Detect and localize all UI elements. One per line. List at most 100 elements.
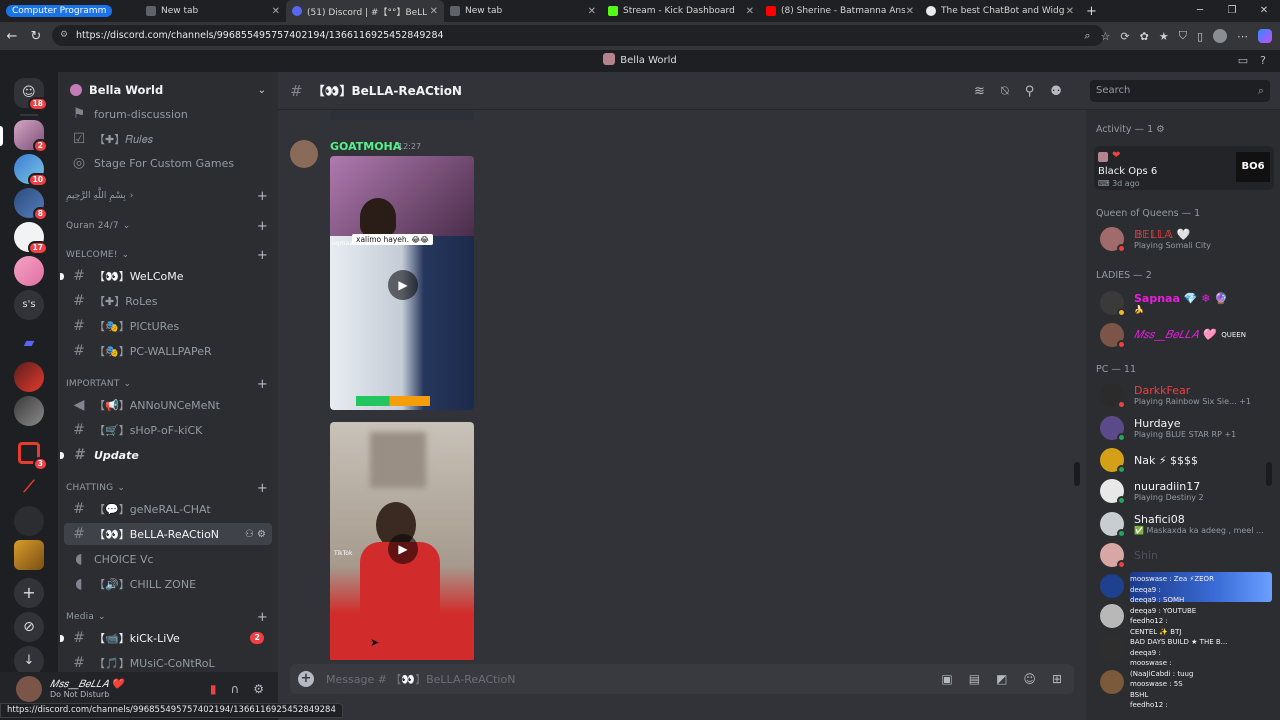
play-button-2[interactable]: ▶: [388, 534, 418, 564]
play-button-1[interactable]: ▶: [388, 270, 418, 300]
member-darkkfear[interactable]: DarkkFear Playing Rainbow Six Sie... +1: [1100, 380, 1276, 410]
channel-chill-zone[interactable]: ◖ 【🔊】CHILL ZONE: [64, 573, 272, 595]
favorites-icon[interactable]: ★: [1159, 30, 1169, 43]
server-icon-5[interactable]: [14, 256, 44, 286]
channel-pictures[interactable]: # 【🎭】PICtURes: [64, 315, 272, 337]
user-info[interactable]: 𝑀𝑠𝑠__𝐵𝑒𝐿𝐿𝐴 ❤️ Do Not Disturb: [50, 679, 124, 699]
extension-icon[interactable]: ⟳: [1120, 30, 1129, 43]
channel-stage[interactable]: ◎ Stage For Custom Games: [64, 152, 272, 174]
browser-tab-youtube[interactable]: (8) Sherine - Batmanna Ansak | ك ✕: [760, 0, 920, 22]
notification-bell-icon[interactable]: ⍉: [1001, 84, 1009, 99]
server-ss[interactable]: s's: [14, 290, 44, 320]
server-icon-7[interactable]: [14, 396, 44, 426]
channel-pc-wallpaper[interactable]: # 【🎭】PC-WALLPAPeR: [64, 340, 272, 362]
apps-icon[interactable]: ⊞: [1052, 672, 1062, 686]
previous-attachment[interactable]: [330, 110, 474, 120]
gear-icon[interactable]: ⚙: [253, 682, 264, 696]
members-icon[interactable]: ⚉: [1050, 84, 1062, 99]
direct-messages-button[interactable]: ☺ 18: [14, 78, 48, 111]
close-icon[interactable]: ✕: [746, 6, 754, 17]
add-channel-icon[interactable]: +: [257, 377, 268, 392]
tab-group-label[interactable]: Computer Programm: [6, 5, 113, 17]
gear-icon[interactable]: ⚙: [1156, 124, 1165, 135]
shield-icon[interactable]: ⛉: [1179, 29, 1187, 43]
copilot-icon[interactable]: [1258, 29, 1272, 43]
browser-tab-new-2[interactable]: New tab ✕: [444, 0, 602, 22]
channel-kick-live[interactable]: # 【📹】kiCk-LiVe 2: [60, 627, 272, 649]
channel-choice-vc[interactable]: ◖ CHOICE Vc: [64, 548, 272, 570]
add-channel-icon[interactable]: +: [257, 481, 268, 496]
pin-icon[interactable]: ⚲: [1025, 84, 1035, 99]
zoom-icon[interactable]: ⌕: [1084, 29, 1090, 43]
category-chatting[interactable]: CHATTING ⌄ +: [66, 480, 272, 496]
invite-icon[interactable]: ⚇: [245, 529, 254, 540]
channel-shop[interactable]: # 【🛒】sHoP-oF-kiCK: [64, 419, 272, 441]
folder-icon[interactable]: ▰: [14, 328, 44, 358]
browser-tab-kick[interactable]: Stream - Kick Dashboard ✕: [602, 0, 760, 22]
browser-tab-chatbot[interactable]: The best ChatBot and Widgets fo ✕: [920, 0, 1080, 22]
profile-avatar[interactable]: [1213, 29, 1227, 43]
channel-forum-discussion[interactable]: ⚑ forum-discussion: [64, 103, 272, 125]
add-server-button[interactable]: +: [14, 578, 44, 608]
search-box[interactable]: Search ⌕: [1090, 80, 1270, 102]
back-icon[interactable]: ←: [0, 29, 24, 44]
server-icon-4[interactable]: 17: [14, 222, 48, 255]
minimize-icon[interactable]: ─: [1184, 0, 1216, 22]
close-window-icon[interactable]: ✕: [1248, 0, 1280, 22]
channel-music-control[interactable]: # 【🎵】MUsiC-CoNtRoL: [64, 652, 272, 672]
channel-rules[interactable]: ☑ 【✚】𝑅𝑢𝑙𝑒𝑠: [64, 128, 272, 150]
message-scrollbar[interactable]: [1074, 462, 1080, 486]
add-channel-icon[interactable]: +: [257, 219, 268, 234]
server-bella-world[interactable]: 2: [14, 120, 48, 153]
sidebar-icon[interactable]: ▯: [1197, 30, 1203, 43]
server-icon-3[interactable]: 8: [14, 188, 48, 221]
message-author-avatar[interactable]: [290, 140, 318, 168]
member-nak[interactable]: Nak ⚡ $$$$: [1100, 445, 1276, 475]
mic-muted-icon[interactable]: ▮: [210, 682, 217, 696]
channel-general-chat[interactable]: # 【💬】geNeRAL-CHAt: [64, 498, 272, 520]
channel-welcome[interactable]: # 【👀】WeLCoMe: [60, 265, 272, 287]
explore-icon[interactable]: ⊘: [14, 612, 44, 642]
close-icon[interactable]: ✕: [430, 6, 438, 17]
reload-icon[interactable]: ↻: [24, 29, 48, 44]
message-composer[interactable]: + Message # 【👀】BeLLA-ReACtioN ▣ ▤ ◩ ☺ ⊞: [290, 664, 1074, 694]
member-queen[interactable]: 𝔹𝔼𝕃𝕃𝔸 🤍 Playing Somali City: [1100, 224, 1276, 254]
channel-update[interactable]: # Update: [60, 444, 272, 466]
member-mss-bella[interactable]: 𝑀𝑠𝑠__𝐵𝑒𝐿𝐿𝐴 🩷 QUEEN: [1100, 320, 1276, 350]
category-welcome[interactable]: WELCOME! ⌄ +: [66, 247, 272, 263]
category-media[interactable]: Media ⌄ +: [66, 609, 272, 625]
channel-bella-reaction[interactable]: # 【👀】BeLLA-ReACtioN ⚇ ⚙: [64, 523, 272, 545]
url-field[interactable]: ⚙ https://discord.com/channels/996855495…: [52, 25, 1104, 46]
site-info-icon[interactable]: ⚙: [60, 25, 68, 46]
member-sapnaa[interactable]: Sapnaa 💎 ❄ 🔮 🍌: [1100, 288, 1276, 318]
message-author[interactable]: GOATMOHA: [330, 140, 401, 153]
close-icon[interactable]: ✕: [588, 6, 596, 17]
inbox-icon[interactable]: ▭: [1238, 50, 1248, 72]
member-shafici08[interactable]: Shafici08 ✅ Maskaxda ka adeeg , meel ...: [1100, 509, 1276, 539]
emoji-icon[interactable]: ☺: [1023, 672, 1036, 686]
close-icon[interactable]: ✕: [1066, 6, 1074, 17]
gif-icon[interactable]: ▤: [969, 672, 980, 686]
headphones-icon[interactable]: ∩: [230, 682, 239, 696]
close-icon[interactable]: ✕: [272, 6, 280, 17]
threads-icon[interactable]: ≋: [974, 84, 985, 99]
channel-roles[interactable]: # 【✚】RoLes: [64, 290, 272, 312]
menu-icon[interactable]: ⋯: [1237, 30, 1248, 43]
add-channel-icon[interactable]: +: [257, 610, 268, 625]
server-pubg[interactable]: [14, 540, 44, 570]
maximize-icon[interactable]: ❐: [1216, 0, 1248, 22]
server-icon-9[interactable]: ⟋: [14, 472, 44, 502]
channel-announcement[interactable]: ◀ 【📢】ANNoUNCeMeNt: [64, 394, 272, 416]
category-important[interactable]: IMPORTANT ⌄ +: [66, 376, 272, 392]
close-icon[interactable]: ✕: [906, 6, 914, 17]
server-icon-10[interactable]: [14, 506, 44, 536]
gear-icon[interactable]: ⚙: [257, 529, 266, 540]
browser-tab-discord[interactable]: (51) Discord | #【°°】BeLLA-ReACti ✕: [286, 0, 444, 22]
user-avatar[interactable]: [16, 676, 42, 702]
sticker-icon[interactable]: ◩: [996, 672, 1007, 686]
bookmark-star-icon[interactable]: ☆: [1101, 30, 1111, 43]
puzzle-icon[interactable]: ✿: [1140, 30, 1149, 43]
category-arabic[interactable]: بِسْمِ اللَّهِ الرَّحِيمِ › +: [66, 188, 272, 204]
server-icon-6[interactable]: [14, 362, 44, 392]
new-tab-button[interactable]: +: [1080, 0, 1104, 22]
